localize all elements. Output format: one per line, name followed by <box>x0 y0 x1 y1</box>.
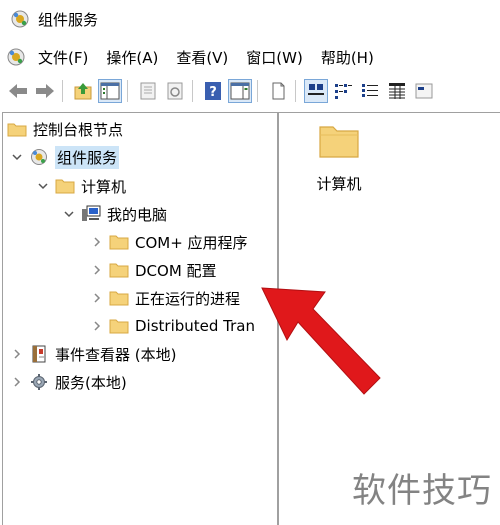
tree-label: 组件服务 <box>55 145 120 169</box>
large-icons-view-button[interactable] <box>304 79 328 103</box>
tree-item-computers[interactable]: 计算机 <box>37 174 126 198</box>
list-view-icon <box>362 84 378 97</box>
folder-icon <box>7 123 27 137</box>
up-icon <box>74 83 92 100</box>
tree-label: Distributed Tran <box>135 317 255 335</box>
tree-label: 服务(本地) <box>55 373 127 392</box>
chevron-right-icon[interactable] <box>91 236 103 248</box>
folder-icon <box>109 291 129 306</box>
small-icons-view-icon <box>335 84 352 99</box>
menu-file[interactable]: 文件(F) <box>38 47 88 68</box>
tree-label: 正在运行的进程 <box>135 289 241 308</box>
toolbar-separator <box>127 80 128 102</box>
forward-icon <box>36 84 54 98</box>
tree-label: 我的电脑 <box>107 205 168 224</box>
toolbar-separator <box>62 80 63 102</box>
toolbar-separator <box>257 80 258 102</box>
tree-item-my-computer[interactable]: 我的电脑 <box>63 202 167 226</box>
up-button[interactable] <box>71 79 95 103</box>
chevron-down-icon[interactable] <box>63 208 75 220</box>
event-viewer-icon <box>32 345 46 363</box>
show-tree-button[interactable] <box>98 79 122 103</box>
toolbar-separator <box>192 80 193 102</box>
small-icons-view-button[interactable] <box>331 79 355 103</box>
folder-icon <box>109 235 129 250</box>
menu-help[interactable]: 帮助(H) <box>321 47 374 68</box>
menu-bar: 文件(F) 操作(A) 查看(V) 窗口(W) 帮助(H) <box>0 42 500 72</box>
list-item-computers[interactable]: 计算机 <box>309 121 369 194</box>
watermark: 软件技巧 <box>348 463 496 512</box>
tree-label: DCOM 配置 <box>135 261 217 280</box>
more-icon <box>415 83 433 99</box>
menu-window[interactable]: 窗口(W) <box>246 47 303 68</box>
chevron-down-icon[interactable] <box>11 151 23 163</box>
folder-icon <box>109 263 129 278</box>
tree-label: 控制台根节点 <box>33 120 124 139</box>
large-icons-view-icon <box>308 84 324 95</box>
chevron-right-icon[interactable] <box>11 376 23 388</box>
refresh-icon <box>167 82 183 100</box>
show-action-pane-icon <box>230 82 250 100</box>
title-bar: 组件服务 <box>0 0 500 38</box>
help-button[interactable]: ? <box>201 79 225 103</box>
tree-item-event-viewer[interactable]: 事件查看器 (本地) <box>11 342 176 366</box>
new-button[interactable] <box>266 79 290 103</box>
details-view-icon <box>389 83 405 99</box>
toolbar-separator <box>295 80 296 102</box>
list-item-label: 计算机 <box>316 175 362 193</box>
tree-item-com-apps[interactable]: COM+ 应用程序 <box>91 230 248 254</box>
tree-item-distributed-transaction[interactable]: Distributed Tran <box>91 314 255 338</box>
chevron-down-icon[interactable] <box>37 180 49 192</box>
chevron-right-icon[interactable] <box>91 292 103 304</box>
folder-icon <box>55 179 75 194</box>
list-view-button[interactable] <box>358 79 382 103</box>
my-computer-icon <box>82 205 101 221</box>
chevron-right-icon[interactable] <box>11 348 23 360</box>
back-icon <box>9 84 27 98</box>
component-services-window: 组件服务 文件(F) 操作(A) 查看(V) 窗口(W) 帮助(H) ? 控制台… <box>0 0 500 525</box>
folder-icon <box>319 126 359 158</box>
details-view-button[interactable] <box>385 79 409 103</box>
help-icon: ? <box>205 82 221 100</box>
folder-icon <box>109 319 129 334</box>
tree-item-running-processes[interactable]: 正在运行的进程 <box>91 286 240 310</box>
chevron-right-icon[interactable] <box>91 264 103 276</box>
forward-button[interactable] <box>33 79 57 103</box>
tree-item-console-root[interactable]: 控制台根节点 <box>7 117 123 141</box>
console-tree-pane: 控制台根节点 组件服务 计算机 我的电脑 COM+ 应用程序 DCOM 配置 正… <box>2 112 278 525</box>
tree-item-services[interactable]: 服务(本地) <box>11 370 127 394</box>
window-title: 组件服务 <box>38 10 99 29</box>
menu-action[interactable]: 操作(A) <box>106 47 158 68</box>
component-services-icon <box>31 149 47 165</box>
properties-icon <box>140 82 156 100</box>
new-icon <box>272 82 285 100</box>
chevron-right-icon[interactable] <box>91 320 103 332</box>
properties-button[interactable] <box>136 79 160 103</box>
more-button[interactable] <box>412 79 436 103</box>
back-button[interactable] <box>6 79 30 103</box>
toolbar: ? <box>0 76 500 106</box>
app-icon <box>11 10 29 28</box>
gear-icon <box>31 374 47 390</box>
refresh-button[interactable] <box>163 79 187 103</box>
tree-item-component-services[interactable]: 组件服务 <box>11 145 120 169</box>
show-action-pane-button[interactable] <box>228 79 252 103</box>
menu-app-icon[interactable] <box>6 47 26 67</box>
tree-label: COM+ 应用程序 <box>135 233 248 252</box>
tree-item-dcom-config[interactable]: DCOM 配置 <box>91 258 217 282</box>
menu-view[interactable]: 查看(V) <box>176 47 228 68</box>
tree-label: 事件查看器 (本地) <box>55 345 177 364</box>
show-tree-icon <box>100 82 120 100</box>
svg-text:?: ? <box>209 85 217 100</box>
tree-label: 计算机 <box>81 177 127 196</box>
